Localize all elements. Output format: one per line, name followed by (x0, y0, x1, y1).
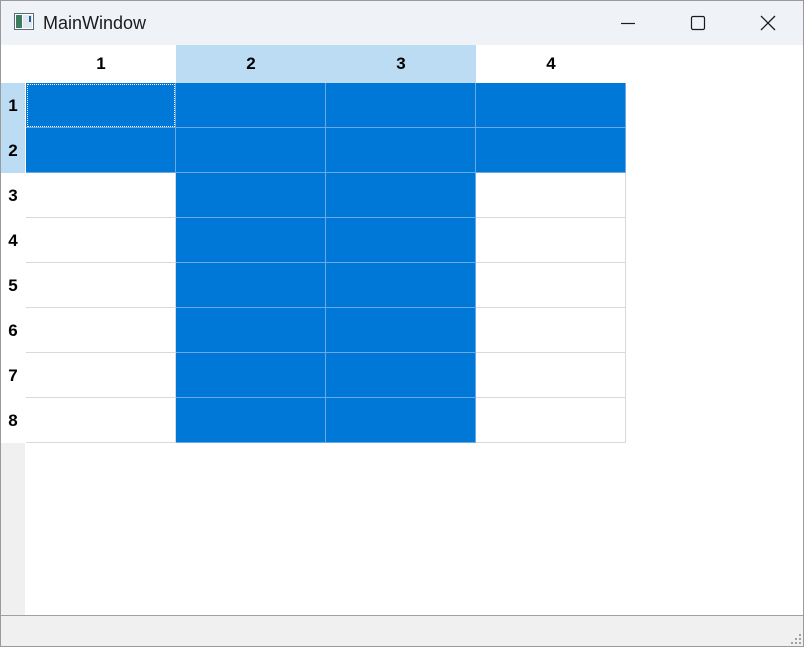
maximize-icon (690, 15, 706, 31)
table-cell-r2-c2[interactable] (176, 128, 326, 173)
table-cell-r4-c3[interactable] (326, 218, 476, 263)
table-cell-r5-c4[interactable] (476, 263, 626, 308)
table-cell-r7-c1[interactable] (26, 353, 176, 398)
table-cell-r1-c1[interactable] (26, 83, 176, 128)
table-view[interactable]: 1234 12345678 (1, 45, 803, 615)
column-header-2[interactable]: 2 (176, 45, 326, 83)
row-header-6[interactable]: 6 (1, 308, 25, 353)
table-cell-r2-c4[interactable] (476, 128, 626, 173)
table-cell-r1-c3[interactable] (326, 83, 476, 128)
table-cell-r5-c2[interactable] (176, 263, 326, 308)
table-cell-r6-c4[interactable] (476, 308, 626, 353)
table-cell-r2-c3[interactable] (326, 128, 476, 173)
column-header-1[interactable]: 1 (26, 45, 176, 83)
table-cell-r8-c3[interactable] (326, 398, 476, 443)
table-cell-r7-c2[interactable] (176, 353, 326, 398)
column-header-3[interactable]: 3 (326, 45, 476, 83)
table-cell-r3-c4[interactable] (476, 173, 626, 218)
table-cell-r1-c4[interactable] (476, 83, 626, 128)
maximize-button[interactable] (663, 1, 733, 45)
table-cell-r6-c2[interactable] (176, 308, 326, 353)
row-header-2[interactable]: 2 (1, 128, 25, 173)
table-cell-r8-c4[interactable] (476, 398, 626, 443)
status-bar (1, 615, 803, 646)
table-cell-r5-c1[interactable] (26, 263, 176, 308)
table-cell-r4-c2[interactable] (176, 218, 326, 263)
column-header-4[interactable]: 4 (476, 45, 626, 83)
minimize-button[interactable] (593, 1, 663, 45)
title-bar[interactable]: MainWindow (1, 1, 803, 45)
table-cell-r4-c1[interactable] (26, 218, 176, 263)
table-cell-r7-c3[interactable] (326, 353, 476, 398)
window-title: MainWindow (43, 13, 147, 33)
table-cell-r8-c1[interactable] (26, 398, 176, 443)
row-header-5[interactable]: 5 (1, 263, 25, 308)
row-header-8[interactable]: 8 (1, 398, 25, 443)
table-cell-r6-c3[interactable] (326, 308, 476, 353)
row-header-1[interactable]: 1 (1, 83, 25, 128)
close-icon (760, 15, 776, 31)
table-cell-r3-c2[interactable] (176, 173, 326, 218)
close-button[interactable] (733, 1, 803, 45)
table-cell-r3-c1[interactable] (26, 173, 176, 218)
table-cell-r3-c3[interactable] (326, 173, 476, 218)
table-cell-r5-c3[interactable] (326, 263, 476, 308)
row-header-7[interactable]: 7 (1, 353, 25, 398)
app-window-icon (14, 13, 34, 30)
table-corner-button[interactable] (1, 45, 25, 83)
main-window: MainWindow 1234 12345678 (0, 0, 804, 647)
table-cell-r2-c1[interactable] (26, 128, 176, 173)
table-cell-r1-c2[interactable] (176, 83, 326, 128)
table-cell-r4-c4[interactable] (476, 218, 626, 263)
resize-grip-icon[interactable] (791, 634, 801, 644)
table-cell-r7-c4[interactable] (476, 353, 626, 398)
table-cell-r6-c1[interactable] (26, 308, 176, 353)
table-cell-r8-c2[interactable] (176, 398, 326, 443)
minimize-icon (621, 22, 635, 25)
row-header-4[interactable]: 4 (1, 218, 25, 263)
row-header-3[interactable]: 3 (1, 173, 25, 218)
